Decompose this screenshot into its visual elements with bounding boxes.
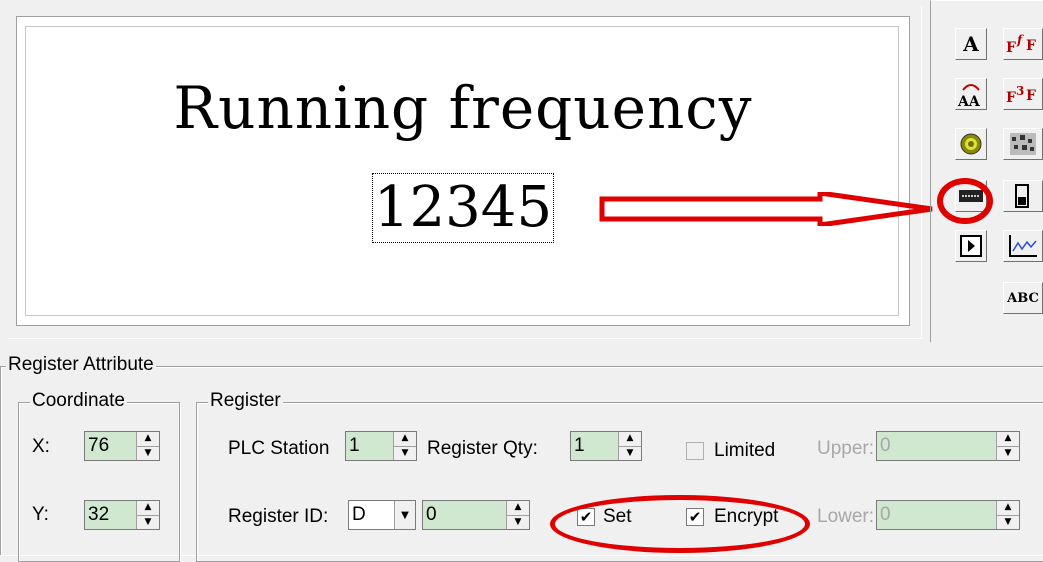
spin-down-icon[interactable]: ▼: [619, 445, 641, 461]
plc-station-value[interactable]: 1: [346, 432, 393, 460]
pattern-tool-icon[interactable]: [1003, 128, 1043, 160]
x-coordinate-value[interactable]: 76: [85, 432, 136, 460]
x-label: X:: [32, 436, 50, 457]
y-coordinate-spinbox[interactable]: 32 ▲ ▼: [84, 500, 160, 530]
upper-spin-buttons[interactable]: ▲ ▼: [996, 432, 1019, 460]
svg-text:F: F: [1006, 40, 1016, 56]
font-color-glyph: F 3 F: [1006, 84, 1036, 106]
register-type-dropdown[interactable]: D ▼: [348, 500, 416, 530]
register-id-spinbox[interactable]: 0 ▲ ▼: [422, 500, 530, 530]
spin-up-icon[interactable]: ▲: [997, 432, 1019, 446]
spin-down-icon[interactable]: ▼: [997, 514, 1019, 530]
spin-up-icon[interactable]: ▲: [997, 501, 1019, 515]
red-arrow-annotation: [599, 192, 933, 226]
plc-station-label: PLC Station: [228, 438, 330, 459]
indicator-light-tool-icon[interactable]: [955, 128, 987, 160]
svg-text:F: F: [1026, 38, 1036, 54]
lower-limit-value[interactable]: 0: [877, 501, 996, 529]
x-coordinate-spinbox[interactable]: 76 ▲ ▼: [84, 431, 160, 461]
register-type-value[interactable]: D: [349, 501, 394, 529]
spin-up-icon[interactable]: ▲: [507, 501, 529, 515]
spin-up-icon[interactable]: ▲: [137, 501, 159, 515]
register-id-value[interactable]: 0: [423, 501, 506, 529]
title-text-element[interactable]: Running frequency: [26, 79, 900, 137]
spin-down-icon[interactable]: ▼: [137, 445, 159, 461]
plc-station-spinbox[interactable]: 1 ▲ ▼: [345, 431, 417, 461]
abc-text-tool-icon[interactable]: ABC: [1003, 282, 1043, 314]
pattern-glyph: [1010, 133, 1036, 155]
spin-up-icon[interactable]: ▲: [394, 432, 416, 446]
trend-chart-tool-icon[interactable]: [1003, 230, 1043, 262]
upper-label: Upper:: [817, 438, 875, 459]
red-ellipse-annotation: [550, 495, 810, 553]
register-id-label: Register ID:: [228, 506, 329, 527]
register-qty-spinbox[interactable]: 1 ▲ ▼: [570, 431, 642, 461]
abc-glyph: ABC: [1007, 290, 1039, 306]
spin-down-icon[interactable]: ▼: [137, 514, 159, 530]
svg-text:3: 3: [1016, 84, 1024, 98]
svg-text:F: F: [1006, 90, 1016, 106]
spin-down-icon[interactable]: ▼: [507, 514, 529, 530]
register-qty-spin-buttons[interactable]: ▲ ▼: [618, 432, 641, 460]
spin-up-icon[interactable]: ▲: [137, 432, 159, 446]
indicator-light-glyph: [960, 133, 982, 155]
button-glyph: [960, 235, 982, 257]
coordinate-group: [18, 402, 180, 562]
y-coordinate-value[interactable]: 32: [85, 501, 136, 529]
x-spin-buttons[interactable]: ▲ ▼: [136, 432, 159, 460]
button-tool-icon[interactable]: [955, 230, 987, 262]
upper-limit-value[interactable]: 0: [877, 432, 996, 460]
lower-limit-spinbox[interactable]: 0 ▲ ▼: [876, 500, 1020, 530]
svg-text:f: f: [1016, 33, 1024, 47]
red-circle-annotation: [937, 178, 993, 224]
spin-up-icon[interactable]: ▲: [619, 432, 641, 446]
lower-label: Lower:: [817, 506, 875, 527]
register-display-element[interactable]: 12345: [372, 173, 554, 243]
lower-spin-buttons[interactable]: ▲ ▼: [996, 501, 1019, 529]
text-swap-tool-icon[interactable]: AA: [955, 78, 987, 110]
gauge-glyph: [1015, 184, 1029, 208]
font-color-tool-icon[interactable]: F 3 F: [1003, 78, 1043, 110]
register-qty-value[interactable]: 1: [571, 432, 618, 460]
font-format-tool-icon[interactable]: F f F: [1003, 28, 1043, 60]
spin-down-icon[interactable]: ▼: [997, 445, 1019, 461]
y-spin-buttons[interactable]: ▲ ▼: [136, 501, 159, 529]
text-tool-glyph: A: [963, 32, 979, 56]
chevron-down-icon[interactable]: ▼: [394, 501, 415, 529]
register-attribute-title: Register Attribute: [6, 354, 156, 375]
limited-label: Limited: [714, 440, 776, 461]
coordinate-title: Coordinate: [30, 390, 127, 411]
y-label: Y:: [32, 504, 49, 525]
svg-text:AA: AA: [957, 94, 981, 108]
plc-station-spin-buttons[interactable]: ▲ ▼: [393, 432, 416, 460]
screen-canvas-inner[interactable]: Running frequency 12345: [25, 26, 899, 316]
svg-text:F: F: [1026, 88, 1036, 104]
text-swap-glyph: AA: [957, 84, 981, 108]
register-id-spin-buttons[interactable]: ▲ ▼: [506, 501, 529, 529]
limited-checkbox[interactable]: [686, 442, 704, 460]
register-title: Register: [208, 390, 283, 411]
gauge-tool-icon[interactable]: [1003, 180, 1043, 212]
font-format-glyph: F f F: [1006, 33, 1036, 56]
register-qty-label: Register Qty:: [427, 438, 538, 459]
text-tool-icon[interactable]: A: [955, 28, 987, 60]
spin-down-icon[interactable]: ▼: [394, 445, 416, 461]
trend-chart-glyph: [1009, 235, 1037, 257]
upper-limit-spinbox[interactable]: 0 ▲ ▼: [876, 431, 1020, 461]
